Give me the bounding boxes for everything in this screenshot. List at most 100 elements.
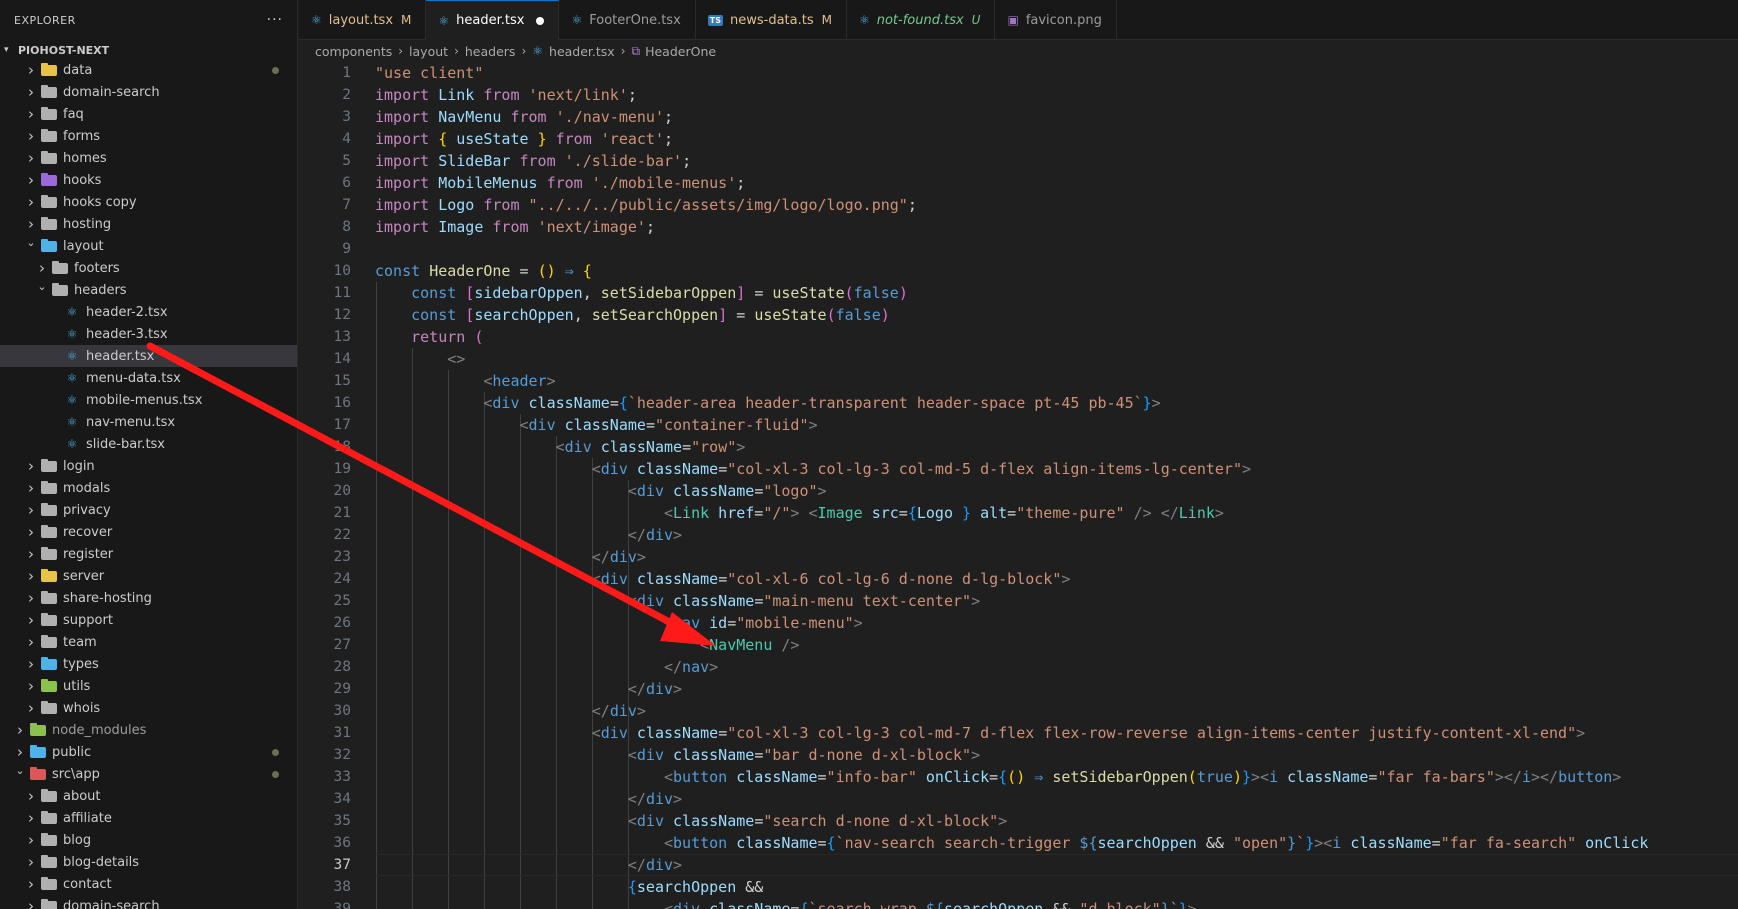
tree-item-domain-search[interactable]: › domain-search xyxy=(0,81,297,103)
tree-item-contact[interactable]: › contact xyxy=(0,873,297,895)
code-line[interactable]: 39 <div className={`search-wrap ${search… xyxy=(299,898,1738,909)
tree-item-nav-menu-tsx[interactable]: ⚛ nav-menu.tsx xyxy=(0,411,297,433)
code-line[interactable]: 11 const [sidebarOppen, setSidebarOppen]… xyxy=(299,282,1738,304)
breadcrumb-segment[interactable]: HeaderOne xyxy=(645,44,716,59)
code-line[interactable]: 7 import Logo from "../../../public/asset… xyxy=(299,194,1738,216)
chevron-right-icon[interactable]: › xyxy=(24,655,38,673)
tab-favicon-png[interactable]: ▣ favicon.png xyxy=(995,0,1117,40)
tree-item-blog[interactable]: › blog xyxy=(0,829,297,851)
chevron-down-icon[interactable]: ⌄ xyxy=(13,764,27,777)
breadcrumb-segment[interactable]: layout xyxy=(409,44,448,59)
chevron-right-icon[interactable]: › xyxy=(24,105,38,123)
code-line[interactable]: 17 <div className="container-fluid"> xyxy=(299,414,1738,436)
tree-item-modals[interactable]: › modals xyxy=(0,477,297,499)
code-line[interactable]: 32 <div className="bar d-none d-xl-block… xyxy=(299,744,1738,766)
chevron-right-icon[interactable]: › xyxy=(24,809,38,827)
chevron-right-icon[interactable]: › xyxy=(24,149,38,167)
tree-item-header-2-tsx[interactable]: ⚛ header-2.tsx xyxy=(0,301,297,323)
code-line[interactable]: 24 <div className="col-xl-6 col-lg-6 d-n… xyxy=(299,568,1738,590)
code-line[interactable]: 3 import NavMenu from './nav-menu'; xyxy=(299,106,1738,128)
tree-item-menu-data-tsx[interactable]: ⚛ menu-data.tsx xyxy=(0,367,297,389)
code-line[interactable]: 9 xyxy=(299,238,1738,260)
tree-item-mobile-menus-tsx[interactable]: ⚛ mobile-menus.tsx xyxy=(0,389,297,411)
tree-item-node-modules[interactable]: › node_modules xyxy=(0,719,297,741)
chevron-right-icon[interactable]: › xyxy=(13,743,27,761)
tree-item-header-tsx[interactable]: ⚛ header.tsx xyxy=(0,345,297,367)
chevron-right-icon[interactable]: › xyxy=(24,545,38,563)
code-line[interactable]: 34 </div> xyxy=(299,788,1738,810)
tree-item-share-hosting[interactable]: › share-hosting xyxy=(0,587,297,609)
code-line[interactable]: 19 <div className="col-xl-3 col-lg-3 col… xyxy=(299,458,1738,480)
tree-item-src-app[interactable]: ⌄ src\app xyxy=(0,763,297,785)
code-line[interactable]: 15 <header> xyxy=(299,370,1738,392)
tree-item-footers[interactable]: › footers xyxy=(0,257,297,279)
chevron-right-icon[interactable]: › xyxy=(24,83,38,101)
tree-item-blog-details[interactable]: › blog-details xyxy=(0,851,297,873)
code-line[interactable]: 36 <button className={`nav-search search… xyxy=(299,832,1738,854)
tree-item-team[interactable]: › team xyxy=(0,631,297,653)
unsaved-dot-icon[interactable] xyxy=(536,16,545,25)
chevron-right-icon[interactable]: › xyxy=(24,171,38,189)
tree-item-faq[interactable]: › faq xyxy=(0,103,297,125)
tab-footerone-tsx[interactable]: ⚛ FooterOne.tsx xyxy=(559,0,696,40)
tab-header-tsx[interactable]: ⚛ header.tsx xyxy=(426,0,560,40)
tree-item-data[interactable]: › data xyxy=(0,59,297,81)
tab-news-data-ts[interactable]: TS news-data.ts M xyxy=(696,0,847,40)
chevron-right-icon[interactable]: › xyxy=(24,677,38,695)
code-line[interactable]: 20 <div className="logo"> xyxy=(299,480,1738,502)
code-line[interactable]: 38 {searchOppen && xyxy=(299,876,1738,898)
code-line[interactable]: 29 </div> xyxy=(299,678,1738,700)
code-line[interactable]: 26 <nav id="mobile-menu"> xyxy=(299,612,1738,634)
tree-item-privacy[interactable]: › privacy xyxy=(0,499,297,521)
code-line[interactable]: 13 return ( xyxy=(299,326,1738,348)
code-line[interactable]: 37 </div> xyxy=(299,854,1738,876)
chevron-right-icon[interactable]: › xyxy=(24,611,38,629)
code-line[interactable]: 21 <Link href="/"> <Image src={Logo } al… xyxy=(299,502,1738,524)
code-line[interactable]: 6 import MobileMenus from './mobile-menus… xyxy=(299,172,1738,194)
tree-item-hooks[interactable]: › hooks xyxy=(0,169,297,191)
code-line[interactable]: 1 "use client" xyxy=(299,62,1738,84)
tree-item-support[interactable]: › support xyxy=(0,609,297,631)
tree-item-forms[interactable]: › forms xyxy=(0,125,297,147)
tree-item-hosting[interactable]: › hosting xyxy=(0,213,297,235)
code-line[interactable]: 14 <> xyxy=(299,348,1738,370)
code-line[interactable]: 28 </nav> xyxy=(299,656,1738,678)
tree-item-layout[interactable]: ⌄ layout xyxy=(0,235,297,257)
chevron-right-icon[interactable]: › xyxy=(24,193,38,211)
tab-layout-tsx[interactable]: ⚛ layout.tsx M xyxy=(299,0,427,40)
tree-item-slide-bar-tsx[interactable]: ⚛ slide-bar.tsx xyxy=(0,433,297,455)
code-line[interactable]: 12 const [searchOppen, setSearchOppen] =… xyxy=(299,304,1738,326)
code-line[interactable]: 18 <div className="row"> xyxy=(299,436,1738,458)
tree-item-register[interactable]: › register xyxy=(0,543,297,565)
code-line[interactable]: 27 <NavMenu /> xyxy=(299,634,1738,656)
chevron-right-icon[interactable]: › xyxy=(24,61,38,79)
tree-item-public[interactable]: › public xyxy=(0,741,297,763)
chevron-right-icon[interactable]: › xyxy=(24,567,38,585)
code-line[interactable]: 35 <div className="search d-none d-xl-bl… xyxy=(299,810,1738,832)
tree-item-utils[interactable]: › utils xyxy=(0,675,297,697)
code-line[interactable]: 30 </div> xyxy=(299,700,1738,722)
tree-item-header-3-tsx[interactable]: ⚛ header-3.tsx xyxy=(0,323,297,345)
code-line[interactable]: 23 </div> xyxy=(299,546,1738,568)
tree-item-recover[interactable]: › recover xyxy=(0,521,297,543)
chevron-right-icon[interactable]: › xyxy=(24,523,38,541)
tree-item-whois[interactable]: › whois xyxy=(0,697,297,719)
chevron-right-icon[interactable]: › xyxy=(24,897,38,909)
code-line[interactable]: 33 <button className="info-bar" onClick=… xyxy=(299,766,1738,788)
chevron-down-icon[interactable]: ⌄ xyxy=(35,280,49,293)
code-line[interactable]: 8 import Image from 'next/image'; xyxy=(299,216,1738,238)
code-editor[interactable]: 1 "use client" 2 import Link from 'next/lin… xyxy=(299,62,1738,909)
breadcrumb-segment[interactable]: components xyxy=(315,44,392,59)
code-line[interactable]: 25 <div className="main-menu text-center… xyxy=(299,590,1738,612)
tree-item-about[interactable]: › about xyxy=(0,785,297,807)
chevron-right-icon[interactable]: › xyxy=(24,501,38,519)
code-line[interactable]: 2 import Link from 'next/link'; xyxy=(299,84,1738,106)
tree-item-domain-search[interactable]: › domain-search xyxy=(0,895,297,909)
tree-item-server[interactable]: › server xyxy=(0,565,297,587)
chevron-right-icon[interactable]: › xyxy=(24,589,38,607)
breadcrumb-segment[interactable]: header.tsx xyxy=(549,44,615,59)
chevron-right-icon[interactable]: › xyxy=(24,831,38,849)
code-line[interactable]: 5 import SlideBar from './slide-bar'; xyxy=(299,150,1738,172)
chevron-right-icon[interactable]: › xyxy=(24,457,38,475)
project-root[interactable]: ▾ PIOHOST-NEXT xyxy=(0,41,297,59)
